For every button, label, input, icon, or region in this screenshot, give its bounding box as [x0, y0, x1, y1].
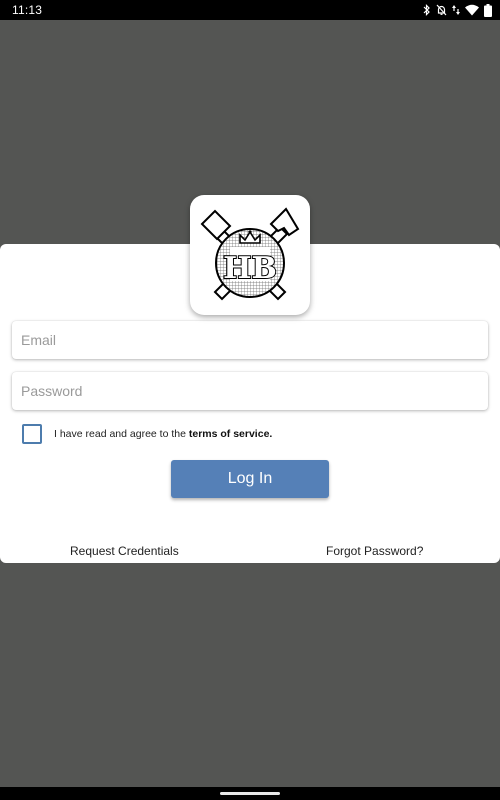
forgot-password-link[interactable]: Forgot Password? [326, 544, 423, 558]
terms-row: I have read and agree to the terms of se… [22, 424, 272, 444]
password-field-wrapper [12, 372, 488, 410]
bluetooth-icon [423, 4, 431, 16]
password-field[interactable] [12, 372, 488, 410]
wifi-icon [465, 4, 479, 16]
email-field-wrapper [12, 321, 488, 359]
status-time: 11:13 [12, 3, 43, 17]
battery-icon [484, 3, 492, 17]
email-field[interactable] [12, 321, 488, 359]
terms-prefix: I have read and agree to the [54, 428, 189, 440]
request-credentials-link[interactable]: Request Credentials [70, 544, 179, 558]
app-logo: HB [190, 195, 310, 315]
status-icons [423, 2, 492, 18]
logo-monogram: HB [223, 251, 277, 286]
notifications-off-icon [436, 4, 447, 16]
terms-of-service-link[interactable]: terms of service. [189, 428, 272, 440]
login-button[interactable]: Log In [171, 460, 329, 498]
home-handle[interactable] [220, 792, 280, 795]
terms-checkbox[interactable] [22, 424, 42, 444]
terms-label: I have read and agree to the terms of se… [54, 428, 272, 440]
data-arrows-icon [452, 4, 460, 16]
status-bar: 11:13 [0, 0, 500, 20]
crossed-hammers-crest-logo: HB [200, 207, 300, 301]
navigation-bar [0, 787, 500, 800]
